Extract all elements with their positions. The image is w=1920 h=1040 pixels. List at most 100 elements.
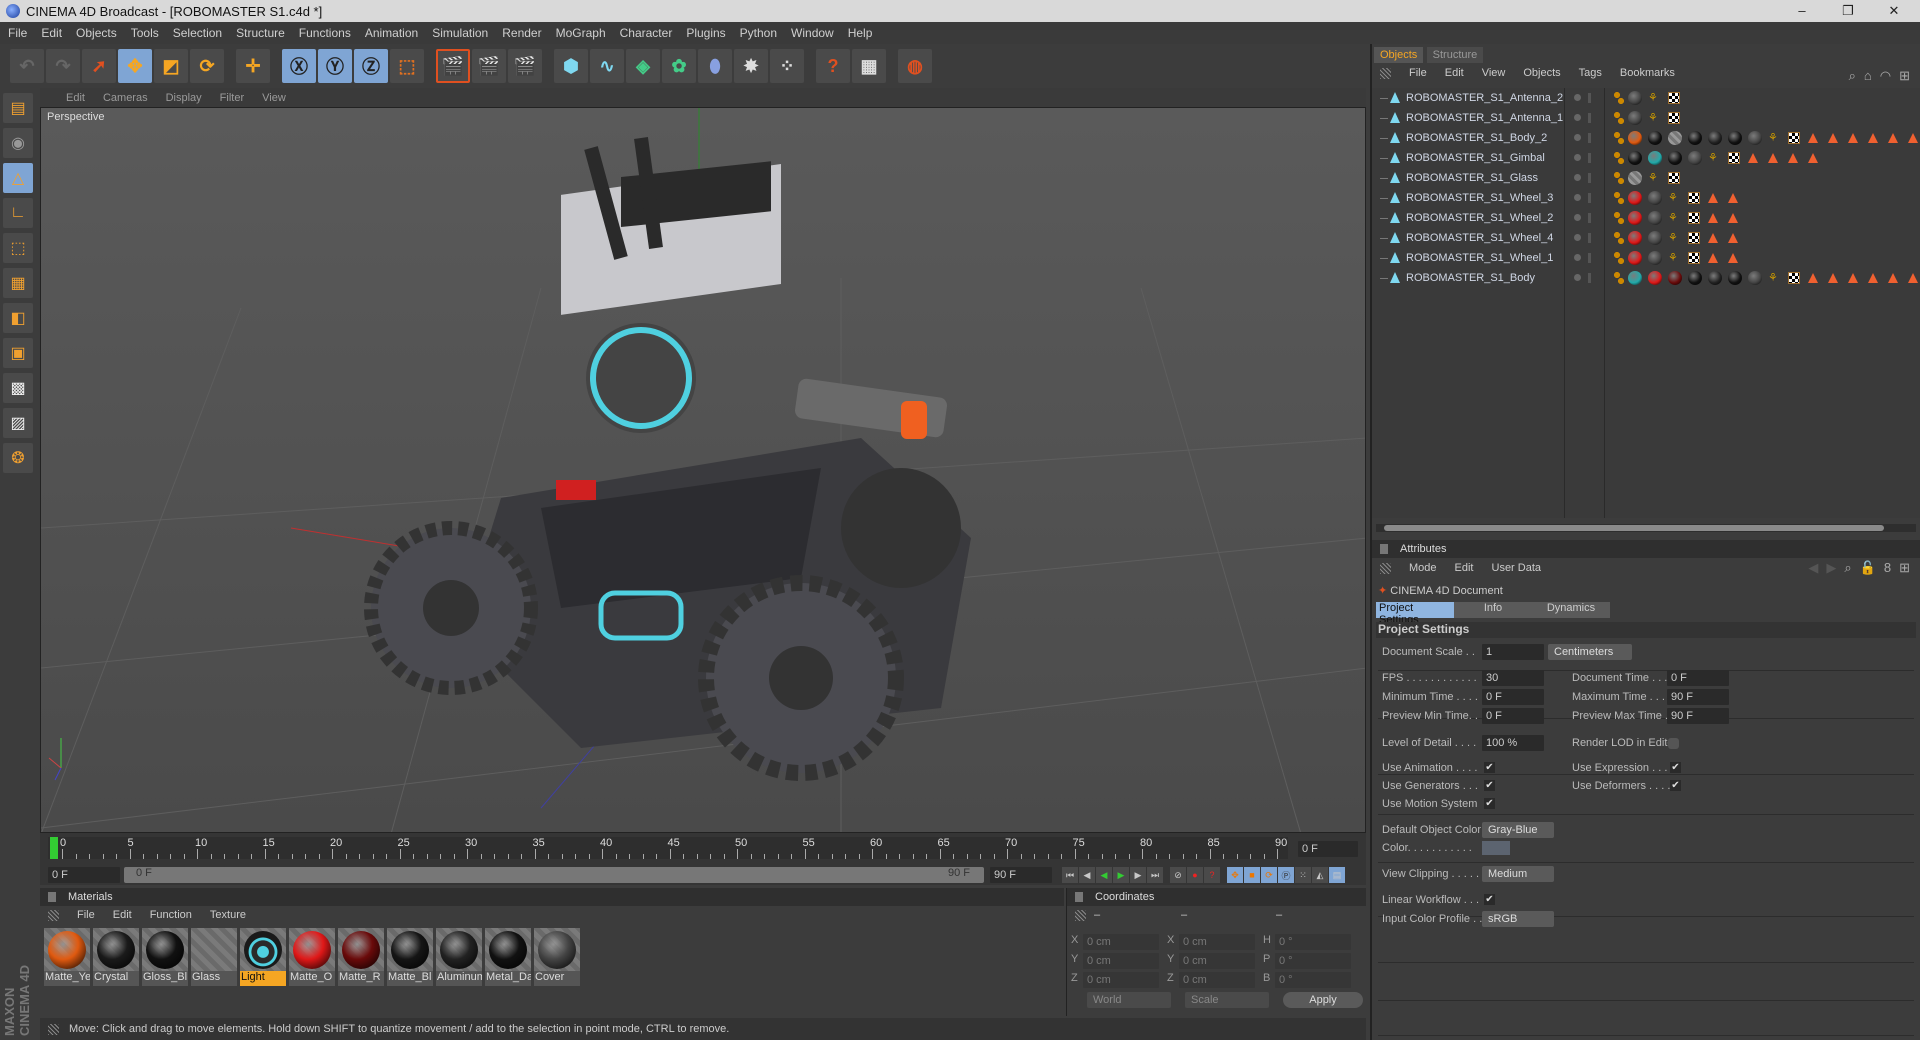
material-tag-icon[interactable] xyxy=(1648,231,1662,245)
layer-tag-icon[interactable] xyxy=(1614,152,1624,164)
go-to-start-icon[interactable]: ⏮ xyxy=(1062,867,1078,883)
close-button[interactable]: ✕ xyxy=(1872,0,1916,22)
render-dot-icon[interactable] xyxy=(1588,213,1591,223)
objects-menu-view[interactable]: View xyxy=(1482,67,1506,79)
coord-b-field[interactable]: 0 ° xyxy=(1275,972,1351,988)
objects-menu-file[interactable]: File xyxy=(1409,67,1427,79)
document-time-field[interactable]: 0 F xyxy=(1667,670,1729,686)
render-dot-icon[interactable] xyxy=(1588,113,1591,123)
viewport-menu-cameras[interactable]: Cameras xyxy=(103,92,148,104)
points-mode-icon[interactable]: △ xyxy=(3,163,33,193)
x-axis-lock-icon[interactable]: Ⓧ xyxy=(282,49,316,83)
selection-tag-icon[interactable] xyxy=(1888,273,1898,283)
visibility-dot-icon[interactable] xyxy=(1574,214,1581,221)
layer-tag-icon[interactable] xyxy=(1614,212,1624,224)
materials-menu-edit[interactable]: Edit xyxy=(113,909,132,921)
fps-field[interactable]: 30 xyxy=(1482,670,1544,686)
phong-tag-icon[interactable]: ⚘ xyxy=(1708,151,1718,164)
live-select-icon[interactable]: ➚ xyxy=(82,49,116,83)
materials-menu-file[interactable]: File xyxy=(77,909,95,921)
key-pla-icon[interactable]: ⁙ xyxy=(1295,867,1311,883)
visibility-dot-icon[interactable] xyxy=(1574,94,1581,101)
timeline-ruler[interactable]: 0 5 10 15 20 25 30 35 40 45 50 55 60 65 70 75 80 85 90 xyxy=(48,837,1288,859)
phong-tag-icon[interactable]: ⚘ xyxy=(1648,171,1658,184)
material-tag-icon[interactable] xyxy=(1668,271,1682,285)
object-row[interactable]: ROBOMASTER_S1_Antenna_2 ⚘ xyxy=(1378,88,1918,108)
object-row[interactable]: ROBOMASTER_S1_Wheel_4 ⚘ xyxy=(1378,228,1918,248)
apply-button[interactable]: Apply xyxy=(1283,992,1363,1008)
visibility-dot-icon[interactable] xyxy=(1574,114,1581,121)
object-row[interactable]: ROBOMASTER_S1_Body ⚘ xyxy=(1378,268,1918,288)
render-dot-icon[interactable] xyxy=(1588,193,1591,203)
maximize-button[interactable]: ❐ xyxy=(1826,0,1870,22)
preview-min-field[interactable]: 0 F xyxy=(1482,708,1544,724)
material-tag-icon[interactable] xyxy=(1648,191,1662,205)
material-tag-icon[interactable] xyxy=(1728,271,1742,285)
render-lod-checkbox[interactable] xyxy=(1668,738,1679,749)
uvw-tag-icon[interactable] xyxy=(1688,232,1700,244)
uvw-tag-icon[interactable] xyxy=(1788,132,1800,144)
render-dot-icon[interactable] xyxy=(1588,253,1591,263)
visibility-dot-icon[interactable] xyxy=(1574,154,1581,161)
objects-menu-bookmarks[interactable]: Bookmarks xyxy=(1620,67,1675,79)
minimize-button[interactable]: – xyxy=(1780,0,1824,22)
help-cursor-icon[interactable]: ? xyxy=(816,49,850,83)
material-tag-icon[interactable] xyxy=(1748,131,1762,145)
object-row[interactable]: ROBOMASTER_S1_Antenna_1 ⚘ xyxy=(1378,108,1918,128)
menu-simulation[interactable]: Simulation xyxy=(432,26,488,40)
material-tag-icon[interactable] xyxy=(1648,131,1662,145)
viewport-perspective[interactable]: Perspective xyxy=(40,107,1366,833)
polygons-mode-icon[interactable]: ⬚ xyxy=(3,233,33,263)
move-tool-icon[interactable]: ✥ xyxy=(118,49,152,83)
play-forward-icon[interactable]: ▶ xyxy=(1113,867,1129,883)
material-tag-icon[interactable] xyxy=(1648,151,1662,165)
tab-dynamics[interactable]: Dynamics xyxy=(1532,602,1610,618)
selection-tag-icon[interactable] xyxy=(1828,273,1838,283)
attributes-menu-mode[interactable]: Mode xyxy=(1409,562,1437,574)
phong-tag-icon[interactable]: ⚘ xyxy=(1668,231,1678,244)
material-tag-icon[interactable] xyxy=(1668,151,1682,165)
objects-horizontal-scrollbar[interactable] xyxy=(1376,524,1916,532)
uvw-tag-icon[interactable] xyxy=(1788,272,1800,284)
selection-tag-icon[interactable] xyxy=(1848,133,1858,143)
record-keys-icon[interactable]: ⊘ xyxy=(1170,867,1186,883)
material-swatch[interactable]: Gloss_Bl xyxy=(142,928,188,986)
panel-toggle-icon[interactable] xyxy=(1075,892,1083,902)
materials-menu-texture[interactable]: Texture xyxy=(210,909,246,921)
material-tag-icon[interactable] xyxy=(1628,271,1642,285)
material-tag-icon[interactable] xyxy=(1708,131,1722,145)
viewport-menu-filter[interactable]: Filter xyxy=(220,92,244,104)
default-object-color-dropdown[interactable]: Gray-Blue xyxy=(1482,822,1554,838)
scene-icon[interactable]: ✸ xyxy=(734,49,768,83)
layout-globe-icon[interactable]: ◍ xyxy=(898,49,932,83)
render-dot-icon[interactable] xyxy=(1588,233,1591,243)
panel-toggle-icon[interactable] xyxy=(48,892,56,902)
selection-tag-icon[interactable] xyxy=(1868,273,1878,283)
uvw-tag-icon[interactable] xyxy=(1668,112,1680,124)
uvw-tag-icon[interactable] xyxy=(1688,252,1700,264)
render-dot-icon[interactable] xyxy=(1588,173,1591,183)
cube-icon[interactable]: ⬢ xyxy=(554,49,588,83)
texture-mode-icon[interactable]: ◉ xyxy=(3,128,33,158)
material-tag-icon[interactable] xyxy=(1628,171,1642,185)
coord-y-field[interactable]: 0 cm xyxy=(1179,953,1255,969)
end-frame-field[interactable]: 90 F xyxy=(990,867,1052,883)
menu-objects[interactable]: Objects xyxy=(76,26,117,40)
material-tag-icon[interactable] xyxy=(1648,271,1662,285)
selection-tag-icon[interactable] xyxy=(1808,153,1818,163)
phong-tag-icon[interactable]: ⚘ xyxy=(1768,271,1778,284)
viewport-menu-display[interactable]: Display xyxy=(166,92,202,104)
forward-arrow-icon[interactable]: ▶ xyxy=(1826,560,1836,576)
attributes-menu-user-data[interactable]: User Data xyxy=(1492,562,1542,574)
home-icon[interactable]: ⌂ xyxy=(1864,68,1872,84)
menu-plugins[interactable]: Plugins xyxy=(686,26,725,40)
key-rotation-icon[interactable]: ⟳ xyxy=(1261,867,1277,883)
selection-tag-icon[interactable] xyxy=(1908,273,1918,283)
deformer-icon[interactable]: ⬮ xyxy=(698,49,732,83)
particles-icon[interactable]: ⁘ xyxy=(770,49,804,83)
selection-tag-icon[interactable] xyxy=(1708,233,1718,243)
visibility-dot-icon[interactable] xyxy=(1574,254,1581,261)
viewport-menu-view[interactable]: View xyxy=(262,92,286,104)
selection-tag-icon[interactable] xyxy=(1908,133,1918,143)
spline-icon[interactable]: ∿ xyxy=(590,49,624,83)
